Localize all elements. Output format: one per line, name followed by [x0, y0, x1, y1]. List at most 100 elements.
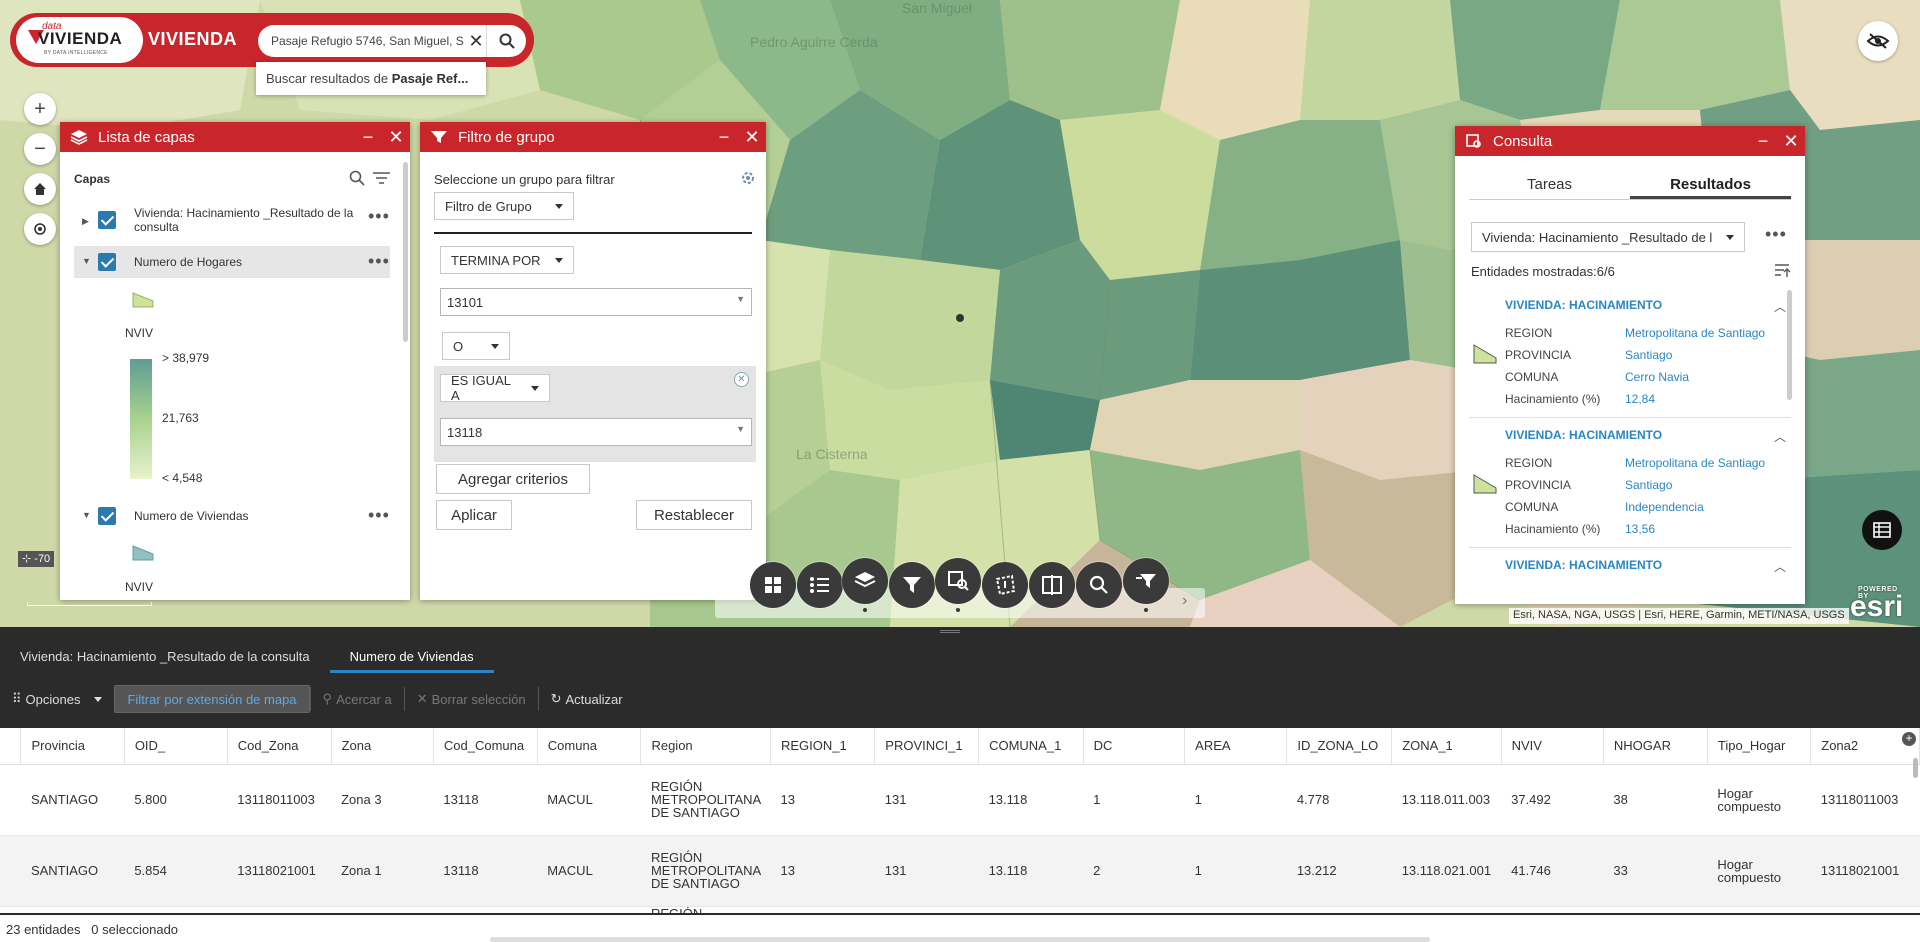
- operator-select-2[interactable]: ES IGUAL A: [440, 373, 550, 403]
- search-button[interactable]: [486, 25, 526, 57]
- widget-button-grid[interactable]: [750, 562, 796, 608]
- sort-icon[interactable]: [1773, 262, 1791, 280]
- resize-handle[interactable]: [940, 630, 960, 633]
- column-header[interactable]: Zona: [331, 728, 434, 765]
- results-options-icon[interactable]: •••: [1765, 224, 1787, 245]
- close-icon[interactable]: ✕: [1777, 131, 1805, 152]
- field-value-comuna[interactable]: Independencia: [1625, 496, 1765, 518]
- column-header[interactable]: OID_: [124, 728, 228, 765]
- row-selector[interactable]: [0, 906, 21, 913]
- zoom-out-button[interactable]: −: [24, 133, 56, 165]
- refresh-button[interactable]: ↻ Actualizar: [539, 691, 635, 707]
- results-scrollbar[interactable]: [1787, 290, 1792, 400]
- field-value-region[interactable]: Metropolitana de Santiago: [1625, 452, 1765, 474]
- row-selector[interactable]: [0, 764, 21, 836]
- tab-viviendas[interactable]: Numero de Viviendas: [329, 637, 494, 673]
- field-value-hacinamiento[interactable]: 13,56: [1625, 518, 1765, 540]
- logic-select[interactable]: O: [442, 332, 510, 360]
- field-value-provincia[interactable]: Santiago: [1625, 474, 1765, 496]
- chevron-right-icon[interactable]: ›: [1182, 592, 1187, 610]
- column-header[interactable]: Comuna: [537, 728, 642, 765]
- widget-button-list[interactable]: [797, 562, 843, 608]
- zoom-to-button[interactable]: ⚲ Acercar a: [311, 691, 404, 707]
- column-header[interactable]: NVIV: [1501, 728, 1604, 765]
- column-header[interactable]: PROVINCI_1: [874, 728, 980, 765]
- field-value-provincia[interactable]: Santiago: [1625, 344, 1765, 366]
- close-icon[interactable]: ✕: [382, 127, 410, 148]
- layer-checkbox-resultado[interactable]: [98, 211, 116, 229]
- layer-list-scrollbar[interactable]: [403, 162, 408, 342]
- hide-widgets-button[interactable]: [1858, 21, 1898, 61]
- row-selector-header[interactable]: [0, 728, 22, 765]
- column-header[interactable]: Tipo_Hogar: [1707, 728, 1812, 765]
- search-input[interactable]: [271, 34, 466, 48]
- gear-icon[interactable]: [740, 170, 756, 186]
- apply-button[interactable]: Aplicar: [436, 500, 512, 530]
- zoom-in-button[interactable]: +: [24, 93, 56, 125]
- column-header[interactable]: Cod_Comuna: [433, 728, 538, 765]
- table-row[interactable]: REGIÓN: [0, 906, 1920, 913]
- column-header[interactable]: Provincia: [20, 728, 125, 765]
- table-scrollbar[interactable]: [1913, 758, 1918, 778]
- remove-criteria-icon[interactable]: ✕: [734, 372, 749, 387]
- field-value-comuna[interactable]: Cerro Navia: [1625, 366, 1765, 388]
- collapse-layer-icon[interactable]: ▼: [82, 256, 91, 266]
- row-selector[interactable]: [0, 835, 21, 907]
- result-card[interactable]: VIVIENDA: HACINAMIENTO ︿: [1469, 550, 1791, 580]
- layer-options-icon[interactable]: •••: [368, 251, 390, 272]
- expand-layer-icon[interactable]: ▶: [82, 216, 89, 227]
- operator-select-1[interactable]: TERMINA POR: [440, 246, 574, 274]
- reset-button[interactable]: Restablecer: [636, 500, 752, 530]
- collapse-icon[interactable]: ︿: [1774, 428, 1786, 445]
- table-row[interactable]: SANTIAGO 5.800 13118011003 Zona 3 13118 MACUL…: [0, 764, 1920, 836]
- widget-button-swipe[interactable]: [1029, 562, 1075, 608]
- options-button[interactable]: ⠿ Opciones: [0, 691, 114, 707]
- locate-button[interactable]: [24, 213, 56, 245]
- clear-search-icon[interactable]: ✕: [466, 31, 486, 52]
- tab-tareas[interactable]: Tareas: [1469, 170, 1630, 199]
- widget-button-search[interactable]: [1076, 562, 1122, 608]
- column-header[interactable]: ZONA_1: [1391, 728, 1502, 765]
- widget-button-group-filter[interactable]: [1123, 558, 1169, 612]
- home-button[interactable]: [24, 173, 56, 205]
- layer-checkbox-hogares[interactable]: [98, 253, 116, 271]
- filter-by-extent-button[interactable]: Filtrar por extensión de mapa: [114, 685, 310, 713]
- collapse-layer-icon[interactable]: ▼: [82, 510, 91, 520]
- collapse-icon[interactable]: ︿: [1774, 298, 1786, 315]
- minimize-icon[interactable]: −: [1749, 131, 1777, 152]
- column-header[interactable]: Cod_Zona: [227, 728, 332, 765]
- add-column-icon[interactable]: +: [1902, 732, 1916, 746]
- column-header[interactable]: AREA: [1184, 728, 1288, 765]
- results-layer-select[interactable]: Vivienda: Hacinamiento _Resultado de l: [1471, 222, 1745, 252]
- clear-selection-button[interactable]: ✕ Borrar selección: [405, 691, 538, 707]
- group-select[interactable]: Filtro de Grupo: [434, 192, 574, 220]
- widget-button-layers[interactable]: [842, 558, 888, 612]
- column-header[interactable]: REGION_1: [770, 728, 876, 765]
- column-header[interactable]: NHOGAR: [1603, 728, 1708, 765]
- search-layers-icon[interactable]: [349, 170, 365, 186]
- value-field-1[interactable]: 13101 ▼: [440, 288, 752, 316]
- result-card[interactable]: VIVIENDA: HACINAMIENTO ︿ REGION PROVINCI…: [1469, 420, 1791, 548]
- add-criteria-button[interactable]: Agregar criterios: [436, 464, 590, 494]
- minimize-icon[interactable]: −: [710, 127, 738, 148]
- widget-button-query[interactable]: [935, 558, 981, 612]
- filter-list-icon[interactable]: [372, 170, 392, 186]
- attribute-table-toggle[interactable]: [1862, 510, 1902, 550]
- column-header[interactable]: ID_ZONA_LO: [1286, 728, 1393, 765]
- value-field-2[interactable]: 13118 ▼: [440, 418, 752, 446]
- tab-resultado[interactable]: Vivienda: Hacinamiento _Resultado de la …: [0, 637, 330, 673]
- close-icon[interactable]: ✕: [738, 127, 766, 148]
- field-value-hacinamiento[interactable]: 12,84: [1625, 388, 1765, 410]
- layer-options-icon[interactable]: •••: [368, 505, 390, 526]
- collapse-icon[interactable]: ︿: [1774, 558, 1786, 575]
- minimize-icon[interactable]: −: [354, 127, 382, 148]
- column-header[interactable]: Region: [640, 728, 771, 765]
- field-value-region[interactable]: Metropolitana de Santiago: [1625, 322, 1765, 344]
- table-row[interactable]: SANTIAGO 5.854 13118021001 Zona 1 13118 MACUL…: [0, 835, 1920, 907]
- column-header[interactable]: COMUNA_1: [978, 728, 1084, 765]
- search-suggestion[interactable]: Buscar resultados de Pasaje Ref...: [256, 62, 486, 95]
- layer-checkbox-viviendas[interactable]: [98, 507, 116, 525]
- layer-options-icon[interactable]: •••: [368, 206, 390, 227]
- tab-resultados[interactable]: Resultados: [1630, 170, 1791, 199]
- widget-button-filter[interactable]: [889, 562, 935, 608]
